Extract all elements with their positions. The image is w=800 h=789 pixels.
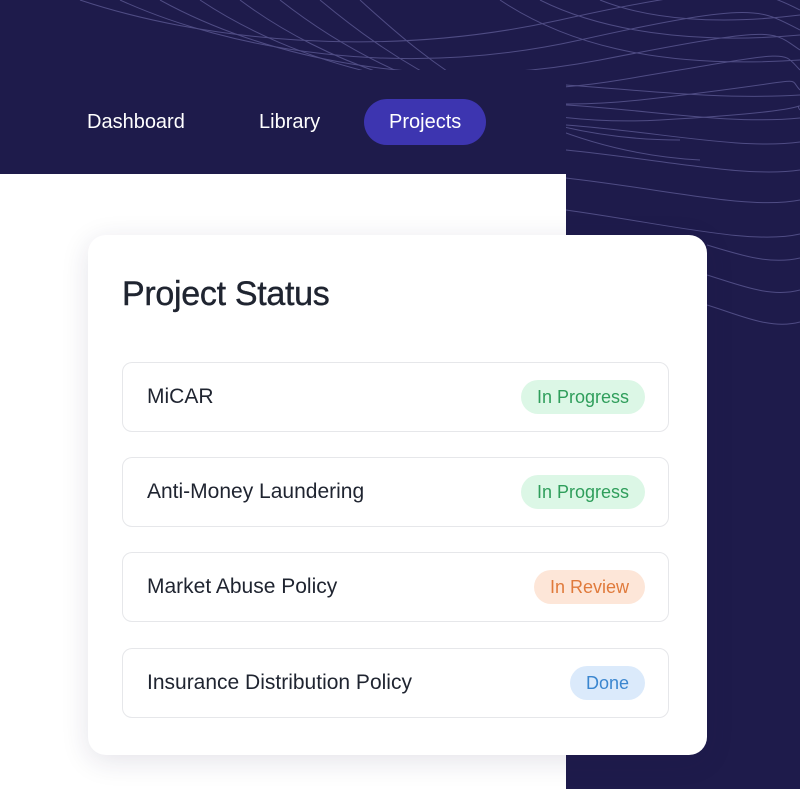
project-status-card: Project Status MiCAR In Progress Anti-Mo…: [88, 235, 707, 755]
status-badge: In Progress: [520, 475, 645, 509]
project-name: Market Abuse Policy: [147, 575, 338, 598]
card-title: Project Status: [122, 275, 330, 313]
project-row-micar[interactable]: MiCAR In Progress: [122, 362, 669, 432]
project-row-anti-money-laundering[interactable]: Anti-Money Laundering In Progress: [122, 457, 669, 527]
project-name: MiCAR: [147, 385, 214, 408]
project-row-insurance-distribution-policy[interactable]: Insurance Distribution Policy Done: [122, 648, 669, 718]
project-name: Insurance Distribution Policy: [147, 671, 412, 694]
nav-item-dashboard[interactable]: Dashboard: [62, 99, 210, 145]
nav-item-projects[interactable]: Projects: [364, 99, 487, 145]
project-row-market-abuse-policy[interactable]: Market Abuse Policy In Review: [122, 552, 669, 622]
project-name: Anti-Money Laundering: [147, 480, 365, 503]
status-badge: Done: [569, 666, 645, 700]
status-badge: In Progress: [520, 380, 645, 414]
nav-item-library[interactable]: Library: [234, 99, 345, 145]
status-badge: In Review: [533, 570, 645, 604]
